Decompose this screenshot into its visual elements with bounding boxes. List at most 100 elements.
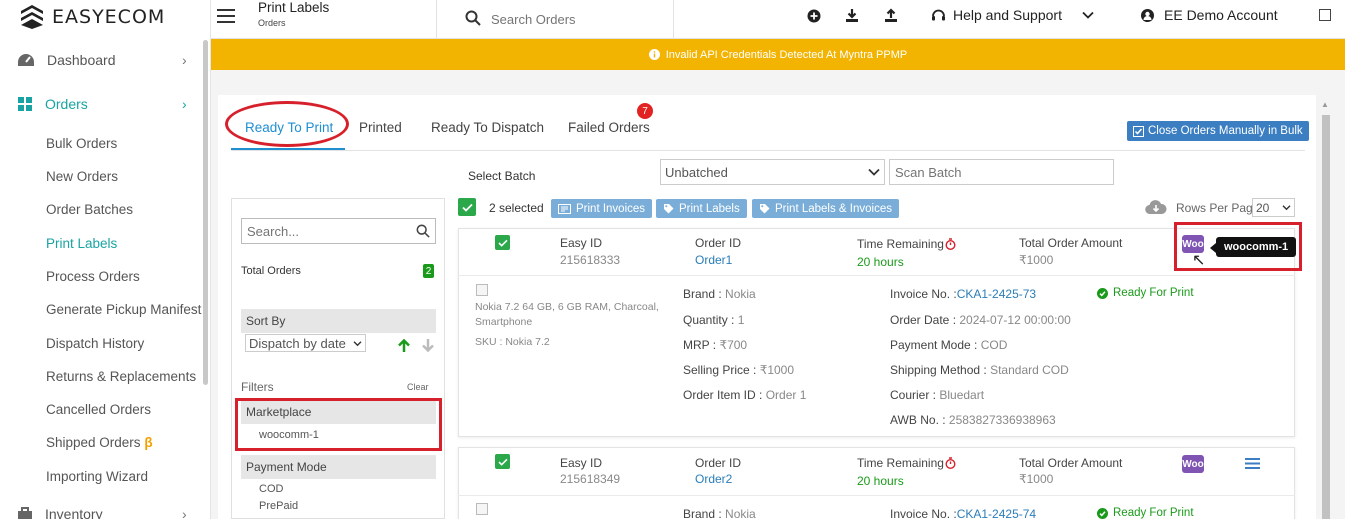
tab-ready-to-dispatch[interactable]: Ready To Dispatch	[431, 120, 544, 135]
account-menu[interactable]: EE Demo Account	[1141, 7, 1278, 23]
sidebar-item-print-labels[interactable]: Print Labels	[46, 236, 117, 251]
add-circle-icon[interactable]	[807, 9, 821, 26]
mrp-row: MRP : ₹700	[683, 338, 747, 352]
scan-batch-input[interactable]	[889, 159, 1114, 185]
sort-ascending-icon[interactable]	[397, 338, 411, 356]
tab-printed[interactable]: Printed	[359, 120, 402, 135]
sidebar-item-generate-pickup-manifest[interactable]: Generate Pickup Manifest	[46, 302, 201, 317]
sidebar-item-cancelled-orders[interactable]: Cancelled Orders	[46, 402, 151, 417]
rows-per-page-select[interactable]: 20	[1252, 198, 1295, 217]
mrp-label: MRP :	[683, 338, 720, 352]
chevron-down-icon[interactable]	[1082, 8, 1094, 23]
banner-text: Invalid API Credentials Detected At Mynt…	[665, 48, 908, 61]
hamburger-menu-button[interactable]	[217, 8, 237, 27]
invoice-link[interactable]: CKA1-2425-73	[957, 287, 1036, 301]
fullscreen-icon[interactable]	[1319, 9, 1331, 21]
inventory-icon	[18, 507, 32, 519]
chevron-right-icon: ›	[182, 96, 187, 112]
invoice-row: Invoice No. :CKA1-2425-73	[890, 287, 1036, 301]
sidebar-item-returns-replacements[interactable]: Returns & Replacements	[46, 369, 196, 384]
order-id-label: Order ID	[695, 456, 742, 470]
search-orders-input[interactable]	[491, 8, 661, 30]
print-labels-invoices-button[interactable]: Print Labels & Invoices	[752, 199, 899, 218]
order-status-label: Ready For Print	[1113, 507, 1194, 519]
selling-price-label: Selling Price :	[683, 363, 760, 377]
help-support-label: Help and Support	[953, 7, 1062, 23]
batch-select[interactable]: Unbatched	[660, 159, 885, 185]
time-remaining-value: 20 hours	[857, 474, 904, 488]
brand-label: Brand :	[683, 507, 726, 519]
sidebar-item-shipped-orders[interactable]: Shipped Orders β	[46, 435, 153, 450]
chevron-down-icon	[353, 340, 362, 346]
download-icon[interactable]	[845, 8, 859, 26]
easy-id-label: Easy ID	[560, 456, 603, 470]
selling-price-row: Selling Price : ₹1000	[683, 363, 794, 377]
select-all-checkbox[interactable]	[458, 198, 476, 216]
tabs-divider	[231, 150, 1305, 151]
sidebar-label-dashboard: Dashboard	[47, 52, 116, 68]
sidebar-item-importing-wizard[interactable]: Importing Wizard	[46, 469, 148, 484]
filter-search-box[interactable]	[241, 218, 436, 244]
info-icon	[648, 49, 660, 60]
clear-filters-link[interactable]: Clear	[407, 382, 429, 392]
main-scrollbar[interactable]: ▲	[1321, 100, 1331, 519]
courier-label: Courier :	[890, 388, 940, 402]
help-support-menu[interactable]: Help and Support	[931, 7, 1062, 23]
easy-id-label: Easy ID	[560, 236, 603, 250]
sidebar-item-order-batches[interactable]: Order Batches	[46, 202, 133, 217]
quantity-label: Quantity :	[683, 313, 738, 327]
tab-failed-orders[interactable]: Failed Orders	[568, 120, 650, 135]
sort-by-select[interactable]: Dispatch by date	[245, 334, 366, 352]
order-status: Ready For Print	[1097, 507, 1194, 519]
sidebar-item-orders[interactable]: Orders ›	[17, 96, 187, 112]
sidebar-item-process-orders[interactable]: Process Orders	[46, 269, 140, 284]
payment-option-cod[interactable]: COD	[259, 483, 283, 495]
total-amount-value: ₹1000	[1019, 253, 1054, 267]
scrollbar-thumb[interactable]	[1322, 115, 1330, 519]
order-item-id-label: Order Item ID :	[683, 388, 766, 402]
courier-row: Courier : Bluedart	[890, 388, 984, 402]
sidebar-item-inventory[interactable]: Inventory ›	[17, 506, 187, 519]
invoice-icon	[558, 203, 571, 214]
sidebar-item-dispatch-history[interactable]: Dispatch History	[46, 336, 144, 351]
logo[interactable]: EASYECOM	[20, 3, 165, 31]
sidebar-item-new-orders[interactable]: New Orders	[46, 169, 118, 184]
order-checkbox[interactable]	[495, 235, 510, 250]
product-sku: SKU : Nokia 7.2	[475, 336, 550, 348]
failed-orders-count-badge: 7	[637, 103, 653, 119]
upload-icon[interactable]	[884, 8, 898, 26]
order-date-row: Order Date : 2024-07-12 00:00:00	[890, 313, 1071, 327]
close-orders-bulk-button[interactable]: Close Orders Manually in Bulk	[1127, 121, 1309, 141]
product-name: Nokia 7.2 64 GB, 6 GB RAM, Charcoal, Sma…	[475, 301, 659, 328]
order-id-link[interactable]: Order2	[695, 472, 732, 486]
order-id-link[interactable]: Order1	[695, 253, 732, 267]
time-remaining-label: Time Remaining	[857, 237, 944, 251]
order-menu-button[interactable]	[1245, 457, 1260, 473]
filter-search-input[interactable]	[247, 223, 397, 239]
print-invoices-label: Print Invoices	[576, 202, 646, 215]
sidebar-item-dashboard[interactable]: Dashboard ›	[17, 52, 187, 68]
awb-row: AWB No. : 2583827336938963	[890, 413, 1056, 427]
order-checkbox[interactable]	[495, 454, 510, 469]
invoice-link[interactable]: CKA1-2425-74	[957, 507, 1036, 519]
check-circle-icon	[1097, 287, 1108, 299]
order-date-label: Order Date :	[890, 313, 960, 327]
mrp-value: ₹700	[719, 338, 748, 352]
tag-icon	[760, 204, 770, 214]
search-icon[interactable]	[465, 10, 481, 29]
sort-descending-icon[interactable]	[421, 338, 435, 356]
sidebar-scrollbar[interactable]	[203, 40, 208, 385]
woocommerce-highlight-box	[1174, 222, 1302, 271]
total-orders-count-badge: 2	[423, 264, 434, 278]
print-invoices-button[interactable]: Print Invoices	[551, 199, 653, 218]
payment-option-prepaid[interactable]: PrePaid	[259, 500, 298, 512]
search-icon[interactable]	[416, 224, 430, 238]
sidebar-item-bulk-orders[interactable]: Bulk Orders	[46, 136, 117, 151]
woocommerce-icon[interactable]: Woo	[1182, 455, 1204, 473]
cloud-download-icon[interactable]	[1145, 199, 1167, 218]
awb-value: 2583827336938963	[948, 413, 1056, 427]
print-labels-button[interactable]: Print Labels	[656, 199, 747, 218]
scroll-up-icon[interactable]: ▲	[1321, 100, 1329, 109]
header-divider	[673, 0, 674, 39]
sidebar: EASYECOM Dashboard › Orders › Bulk Order…	[0, 0, 211, 519]
